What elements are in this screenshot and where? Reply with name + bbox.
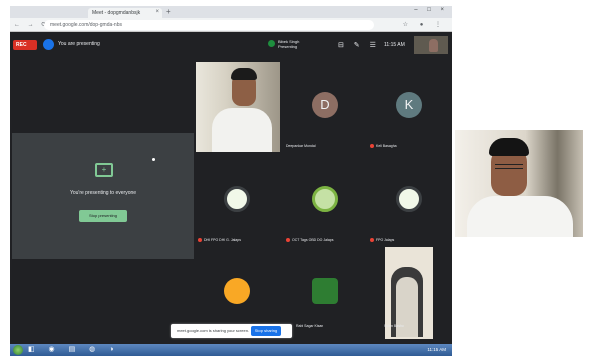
stop-sharing-button[interactable]: Stop sharing <box>251 326 281 336</box>
participant-video-tile[interactable] <box>194 62 280 152</box>
presenter-status-icon <box>268 40 275 47</box>
start-button[interactable] <box>13 345 23 355</box>
participant-name: FPO Jalaps <box>376 238 395 243</box>
browser-tab[interactable]: Meet - dopgmdanbsjk × <box>88 8 162 18</box>
tab-close-icon[interactable]: × <box>155 9 159 15</box>
recording-badge: REC <box>13 40 37 50</box>
participant-tile[interactable] <box>194 248 280 336</box>
presenting-icon <box>43 39 54 50</box>
participant-tile[interactable] <box>282 248 368 336</box>
mic-off-icon <box>286 238 290 243</box>
participant-logo <box>312 278 338 304</box>
participant-video <box>196 62 280 152</box>
url-field[interactable]: meet.google.com/dop-gmda-nbs <box>44 20 374 30</box>
participant-tile[interactable]: DHI FPO DHI G. Jalaps <box>194 156 280 244</box>
pin-icon[interactable] <box>152 158 155 161</box>
new-tab-button[interactable]: + <box>166 7 171 16</box>
participant-name: OCT Tags OBD DO Jalaps <box>292 238 334 243</box>
presenter-chip[interactable]: Bibek Singh Presenting <box>268 39 299 49</box>
participant-avatar: D <box>312 92 338 118</box>
share-notice-text: meet.google.com is sharing your screen. <box>177 328 250 333</box>
meet-toolbar-icons[interactable]: ⊟ ✎ ☰ <box>338 41 380 49</box>
participant-tile[interactable]: FPO Jalaps <box>366 156 452 244</box>
system-tray-clock: 11:15 AM <box>427 347 446 352</box>
presenter-sub: Presenting <box>278 44 298 49</box>
participant-caption: Keli Basagha <box>370 144 397 149</box>
presenting-label: You are presenting <box>58 41 100 47</box>
participant-caption: FPO Jalaps <box>370 238 395 243</box>
participant-caption: OCT Tags OBD DO Jalaps <box>286 238 334 243</box>
participant-logo <box>312 186 338 212</box>
participant-name: Keli Basagha <box>376 144 397 149</box>
self-view-thumbnail[interactable] <box>414 36 448 54</box>
meeting-time: 11:15 AM <box>384 42 405 48</box>
mic-off-icon <box>370 238 374 243</box>
screen-share-notification: meet.google.com is sharing your screen. … <box>171 324 292 338</box>
presenting-message: You're presenting to everyone <box>69 190 137 196</box>
participant-caption: DHI FPO DHI G. Jalaps <box>198 238 241 243</box>
participant-logo <box>224 278 250 304</box>
meeting-screen: Meet - dopgmdanbsjk × + – □ × ← → ⟳ meet… <box>10 6 452 356</box>
taskbar-app-icons[interactable]: ◧ ◉ ▤ ◍ ◑ <box>28 345 119 353</box>
windows-taskbar: ◧ ◉ ▤ ◍ ◑ 11:15 AM <box>10 344 452 356</box>
meet-header: REC You are presenting Bibek Singh Prese… <box>10 32 452 56</box>
participant-name: Deepankar Mondal <box>286 144 316 149</box>
participant-name: DHI FPO DHI G. Jalaps <box>204 238 241 243</box>
participant-logo <box>396 186 422 212</box>
participant-tile[interactable]: K Keli Basagha <box>366 62 452 150</box>
present-screen-icon: + <box>95 163 113 177</box>
glasses <box>495 164 523 169</box>
tab-title: Meet - dopgmdanbsjk <box>92 10 141 16</box>
participant-caption: Deepankar Mondal <box>286 144 316 148</box>
presentation-tile: + You're presenting to everyone Stop pre… <box>12 133 194 259</box>
participant-name: Sulen Basho <box>384 324 404 328</box>
address-bar-row: ← → ⟳ meet.google.com/dop-gmda-nbs ☆ ● ⋮ <box>10 18 452 32</box>
participant-name: Rabi Sagar Kisan <box>296 324 324 328</box>
floating-camera-view[interactable] <box>455 130 583 237</box>
mic-off-icon <box>198 238 202 243</box>
mic-off-icon <box>370 144 374 149</box>
self-view-face <box>429 39 438 52</box>
window-controls[interactable]: – □ × <box>414 7 448 13</box>
participant-avatar: K <box>396 92 422 118</box>
participant-tile[interactable]: D Deepankar Mondal <box>282 62 368 150</box>
extension-icons[interactable]: ☆ ● ⋮ <box>403 21 446 28</box>
stop-presenting-button[interactable]: Stop presenting <box>79 210 127 222</box>
participant-logo <box>224 186 250 212</box>
browser-tab-bar: Meet - dopgmdanbsjk × + – □ × <box>10 6 452 18</box>
participant-tile[interactable]: OCT Tags OBD DO Jalaps <box>282 156 368 244</box>
